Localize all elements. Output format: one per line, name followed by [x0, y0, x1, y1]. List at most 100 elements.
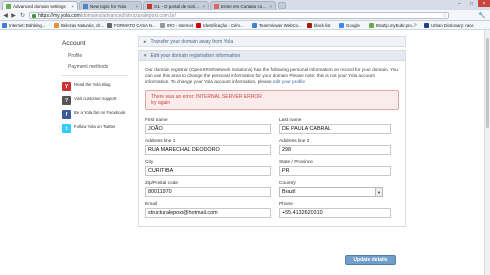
registrar-info-body: Our domain registrar (OpenSRS/Network So… [145, 67, 398, 84]
address1-input[interactable]: RUA MARECHAL DEODORO [145, 145, 271, 155]
window-close-icon[interactable]: × [478, 0, 490, 7]
browser-tab-bar: Advanced domain settings × New topic for… [0, 0, 490, 10]
bookmark-item[interactable]: TeamViewer WebCo... [252, 22, 302, 29]
bookmark-favicon-icon [107, 23, 112, 28]
sidebar-blog-link[interactable]: Y Read the Yola Blog [62, 82, 128, 91]
address1-field-group: Address line 1 RUA MARECHAL DEODORO [145, 139, 271, 155]
bookmark-item[interactable]: Urban Dictionary: race [424, 22, 474, 29]
address-bar[interactable]: https://my.yola.com /domains/advanced/st… [29, 12, 449, 19]
email-label: Email [145, 202, 157, 207]
sidebar-link-payment-methods[interactable]: Payment methods [68, 64, 128, 70]
edit-profile-link[interactable]: edit your profile [273, 79, 305, 84]
bookmarks-overflow-icon[interactable]: » [414, 22, 417, 28]
maximize-icon[interactable]: □ [466, 0, 477, 7]
country-select[interactable]: Brazil ▼ [279, 187, 383, 197]
bookmark-item[interactable]: black list [307, 22, 330, 29]
bookmark-favicon-icon [196, 23, 201, 28]
bookmark-item[interactable]: IRO - Internet [160, 22, 193, 29]
first-name-input[interactable]: JOÃO [145, 124, 271, 134]
scrollbar-thumb[interactable] [486, 38, 489, 128]
tab-close-icon[interactable]: × [71, 4, 74, 9]
browser-tab[interactable]: Entre em Contato com o S × [210, 1, 276, 10]
bookmark-favicon-icon [424, 23, 429, 28]
sidebar-blog-label: Read the Yola Blog [74, 82, 111, 87]
email-input[interactable]: structuralepoxi@hotmail.com [145, 208, 271, 218]
expanded-arrow-icon: ▼ [143, 53, 148, 58]
browser-tab[interactable]: G1 - O portal de notícias d × [143, 1, 209, 10]
sidebar-link-profile[interactable]: Profile [68, 53, 128, 59]
sidebar-twitter-label: Follow Yola on Twitter [74, 124, 116, 129]
bookmark-label: BraZip.myEubr.pro... [376, 23, 416, 28]
try-again-link[interactable]: try again [151, 100, 393, 106]
account-sidebar: Account Profile Payment methods Y Read t… [62, 40, 128, 138]
bookmark-item[interactable]: FORMATO CASA N... [107, 22, 156, 29]
edit-registration-panel: Our domain registrar (OpenSRS/Network So… [138, 61, 406, 227]
tab-close-icon[interactable]: × [269, 4, 272, 9]
state-label: State / Province [279, 160, 313, 165]
bookmark-item[interactable]: Internet::Bahbing... [2, 22, 45, 29]
minimize-icon[interactable]: – [454, 0, 465, 7]
last-name-field-group: Last name DE PAULA CABRAL [279, 118, 405, 134]
url-host: https://my.yola.com [38, 12, 81, 19]
city-input[interactable]: CURITIBA [145, 166, 271, 176]
phone-label: Phone [279, 202, 293, 207]
sidebar-title: Account [62, 40, 86, 47]
last-name-input[interactable]: DE PAULA CABRAL [279, 124, 391, 134]
bookmark-favicon-icon [339, 23, 344, 28]
page-scrollbar[interactable] [484, 30, 490, 275]
zip-input[interactable]: 80011970 [145, 187, 271, 197]
yola-favicon-icon [6, 3, 11, 9]
url-path: /domains/advanced/structuralepoxi.com.br… [80, 12, 177, 19]
bookmarks-bar: Internet::Bahbing... Belezas Naturais, c… [0, 21, 490, 30]
sidebar-support-link[interactable]: ? Visit customer support [62, 96, 128, 105]
bookmark-item[interactable]: Belezas Naturais, ch... [54, 22, 104, 29]
tab-title: Entre em Contato com o S [221, 3, 267, 9]
last-name-label: Last name [279, 118, 302, 123]
sidebar-facebook-link[interactable]: f Be a Yola fan on Facebook [62, 110, 128, 119]
new-tab-button[interactable] [278, 2, 286, 9]
bookmark-item[interactable]: Identificação - Cém... [196, 22, 244, 29]
first-name-label: First name [145, 118, 168, 123]
forward-arrow-icon[interactable]: ▶ [10, 12, 17, 19]
sidebar-divider [62, 75, 128, 76]
bookmark-item[interactable]: BraZip.myEubr.pro... [369, 22, 415, 29]
phone-field-group: Phone +55.4132620310 [279, 202, 405, 218]
country-label: Country [279, 181, 296, 186]
edit-registration-header[interactable]: ▼ Edit your domain registration informat… [138, 50, 406, 61]
update-details-button[interactable]: Update details [345, 255, 396, 265]
bookmark-favicon-icon [252, 23, 257, 28]
bookmark-label: Urban Dictionary: race [431, 23, 474, 28]
state-field-group: State / Province PR [279, 160, 405, 176]
bookmark-label: Identificação - Cém... [203, 23, 244, 28]
city-field-group: City CURITIBA [145, 160, 271, 176]
browser-tab[interactable]: New topic for Yola × [79, 1, 142, 10]
bookmark-favicon-icon [54, 23, 59, 28]
zip-label: Zip/Postal code [145, 181, 179, 186]
back-arrow-icon[interactable]: ◀ [2, 12, 9, 19]
reload-icon[interactable]: ↻ [19, 12, 26, 19]
phone-input[interactable]: +55.4132620310 [279, 208, 391, 218]
page-favicon-icon [83, 3, 88, 9]
browser-tab-active[interactable]: Advanced domain settings × [2, 1, 78, 10]
tab-close-icon[interactable]: × [202, 4, 205, 9]
wrench-menu-icon[interactable]: 🔧 [478, 12, 485, 19]
collapsed-arrow-icon: ► [143, 39, 148, 44]
sidebar-twitter-link[interactable]: t Follow Yola on Twitter [62, 124, 128, 133]
address2-label: Address line 2 [279, 139, 310, 144]
bookmark-favicon-icon [2, 23, 7, 28]
transfer-domain-header[interactable]: ► Transfer your domain away from Yola [138, 36, 406, 47]
first-name-field-group: First name JOÃO [145, 118, 271, 134]
address2-input[interactable]: 298 [279, 145, 391, 155]
error-message-box: There was an error: INTERNAL SERVER ERRO… [145, 90, 399, 110]
bookmark-label: Internet::Bahbing... [9, 23, 46, 28]
sidebar-facebook-label: Be a Yola fan on Facebook [74, 110, 126, 115]
bookmark-item[interactable]: Google [339, 22, 360, 29]
bookmark-star-icon[interactable]: ☆ [442, 12, 447, 19]
country-selected-value: Brazil [282, 189, 296, 195]
state-input[interactable]: PR [279, 166, 391, 176]
lock-icon [32, 13, 36, 18]
tab-close-icon[interactable]: × [135, 4, 138, 9]
city-label: City [145, 160, 154, 165]
twitter-icon: t [62, 124, 71, 133]
tab-title: New topic for Yola [90, 3, 127, 9]
